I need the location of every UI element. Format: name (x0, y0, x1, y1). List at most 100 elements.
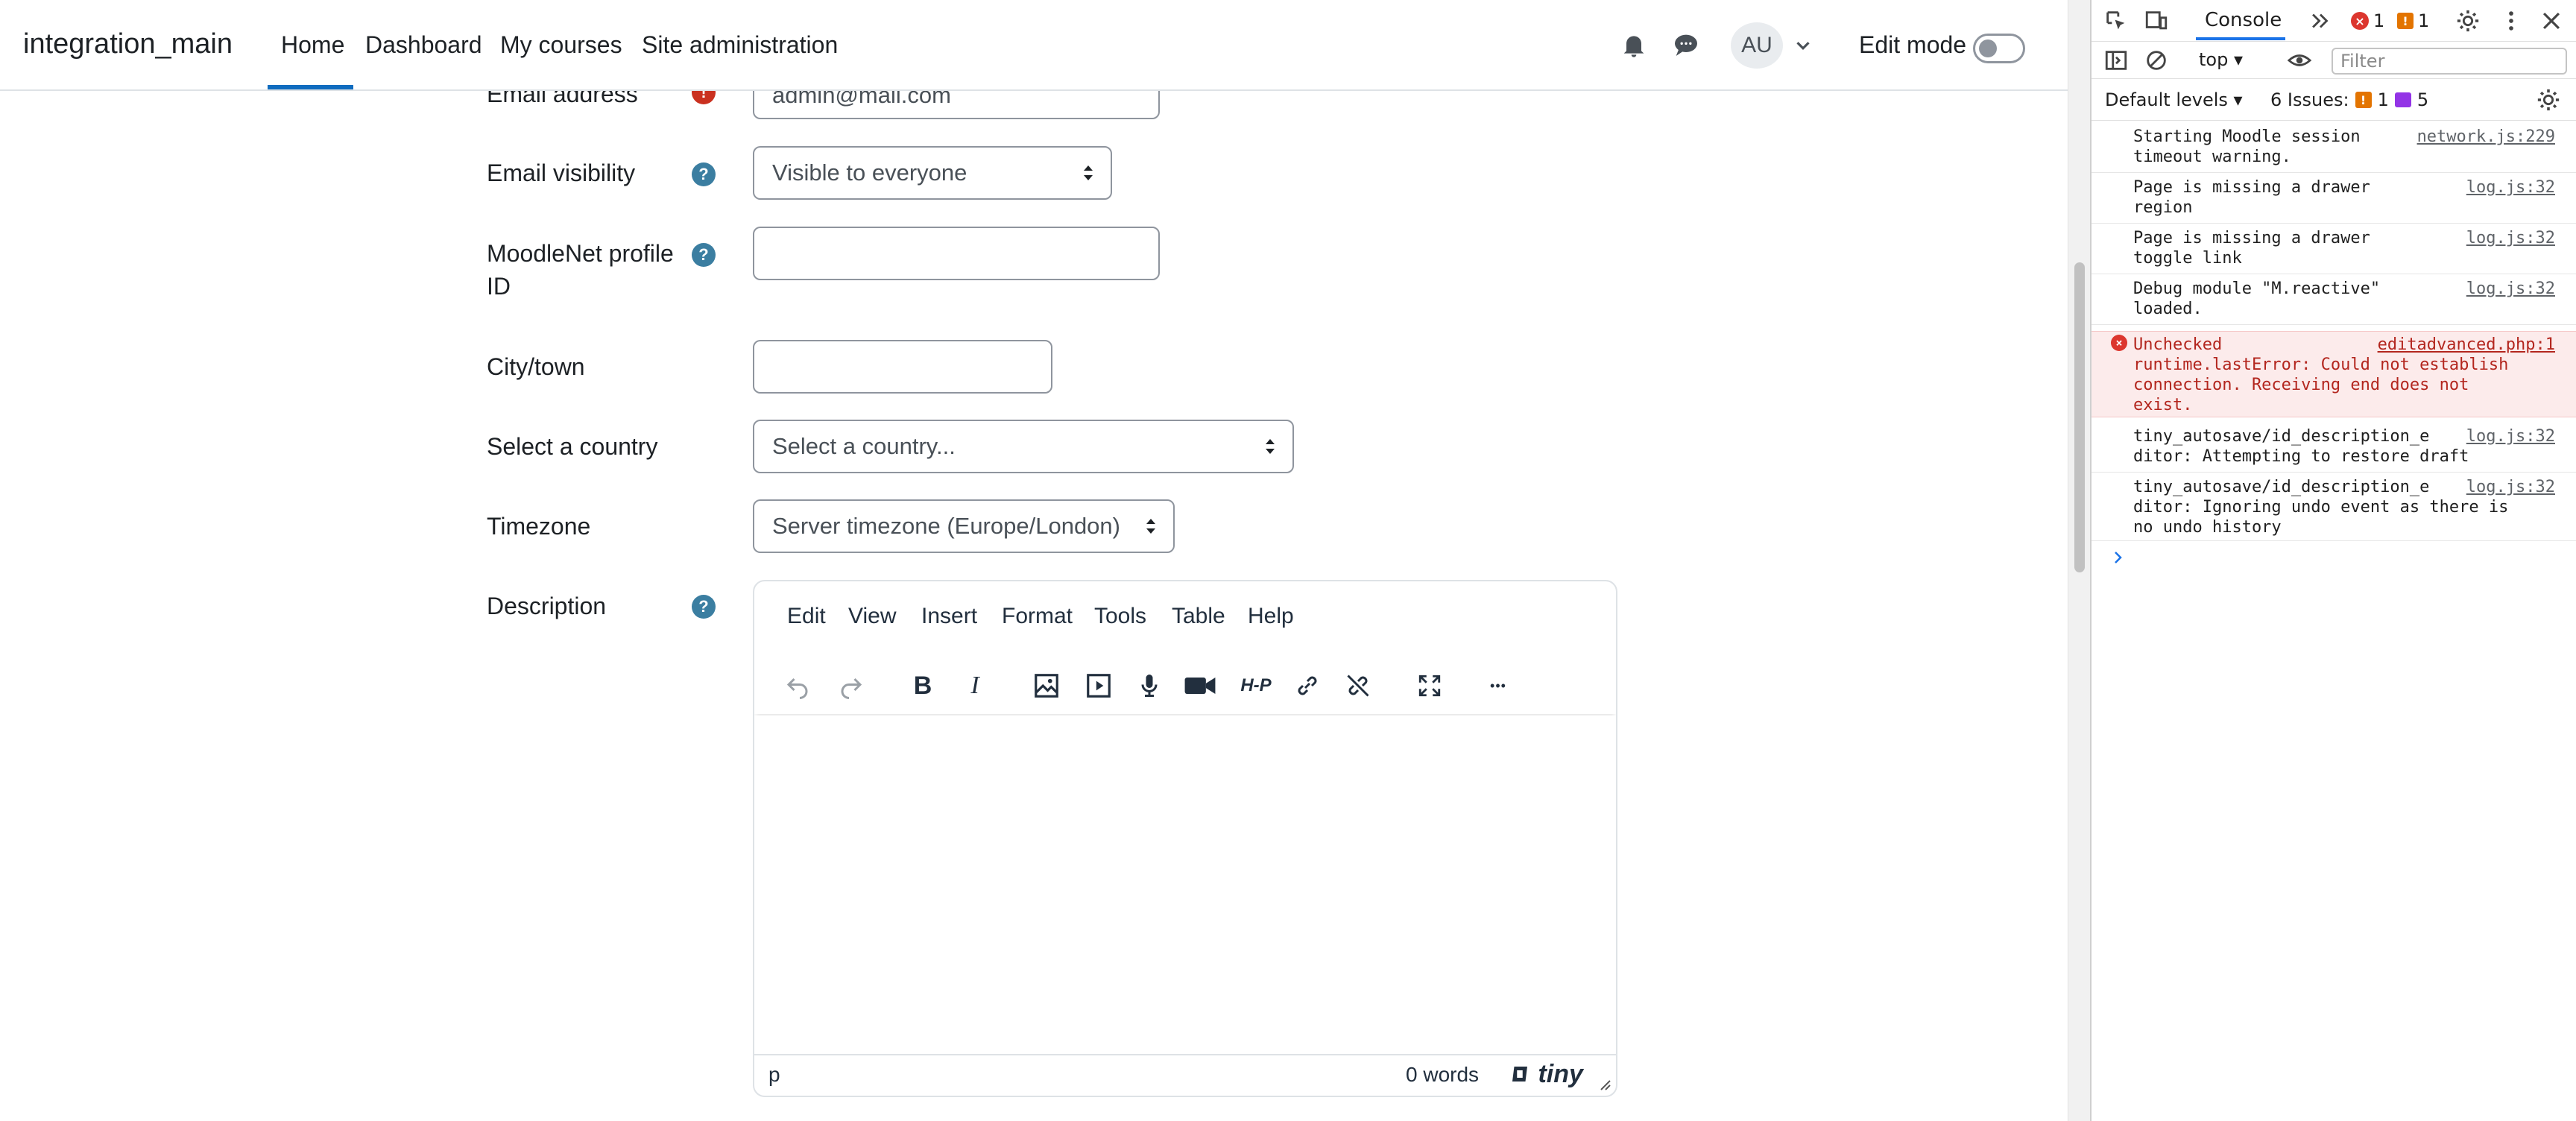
unlink-icon[interactable] (1342, 669, 1374, 702)
error-count: 1 (2373, 10, 2385, 31)
user-avatar[interactable]: AU (1731, 22, 1783, 69)
tinymce-editor: Edit View Insert Format Tools Table Help… (753, 580, 1617, 1097)
fullscreen-icon[interactable] (1413, 669, 1446, 702)
nav-home[interactable]: Home (281, 31, 344, 59)
console-settings-icon[interactable] (2536, 87, 2561, 113)
error-icon: × (2351, 12, 2369, 30)
h5p-icon[interactable]: H-P (1236, 669, 1276, 702)
select-arrows-icon (1146, 519, 1155, 534)
editor-statusbar: p 0 words tiny (754, 1054, 1616, 1096)
log-source-link[interactable]: log.js:32 (2466, 477, 2555, 497)
nav-my-courses[interactable]: My courses (500, 31, 622, 59)
redo-icon[interactable] (835, 669, 868, 702)
help-icon[interactable]: ? (692, 595, 716, 619)
log-source-link[interactable]: log.js:32 (2466, 426, 2555, 446)
resize-handle-icon[interactable] (1597, 1076, 1611, 1091)
context-selector[interactable]: top ▾ (2199, 49, 2243, 70)
city-field[interactable] (753, 340, 1052, 394)
video-camera-icon[interactable] (1184, 669, 1216, 702)
gear-icon[interactable] (2455, 8, 2481, 34)
country-value: Select a country... (772, 433, 956, 459)
menu-format[interactable]: Format (1002, 604, 1073, 629)
editor-toolbar: B I H-P ••• (754, 654, 1616, 714)
timezone-select[interactable]: Server timezone (Europe/London) (753, 499, 1175, 553)
issues-label: 6 Issues: (2270, 89, 2349, 110)
chevron-down-icon[interactable] (1792, 34, 1814, 57)
link-icon[interactable] (1291, 669, 1324, 702)
log-message: tiny_autosave/id_description_e ditor: At… (2133, 427, 2469, 466)
word-count[interactable]: 0 words (1406, 1063, 1479, 1087)
media-icon[interactable] (1082, 669, 1115, 702)
element-path[interactable]: p (768, 1063, 780, 1087)
default-levels-dropdown[interactable]: Default levels ▾ (2105, 89, 2243, 110)
moodlenet-field[interactable] (753, 227, 1160, 280)
menu-table[interactable]: Table (1172, 604, 1225, 629)
more-tabs-icon[interactable] (2308, 8, 2333, 34)
nav-site-administration[interactable]: Site administration (642, 31, 838, 59)
bold-icon[interactable]: B (906, 669, 939, 702)
log-source-link[interactable]: network.js:229 (2417, 127, 2555, 147)
levels-value: Default levels (2105, 89, 2228, 110)
chat-icon[interactable] (1671, 30, 1701, 60)
menu-insert[interactable]: Insert (921, 604, 977, 629)
moodlenet-label: MoodleNet profile (487, 240, 674, 267)
log-source-link[interactable]: log.js:32 (2466, 177, 2555, 198)
nav-active-indicator (268, 85, 353, 89)
site-name[interactable]: integration_main (23, 28, 233, 60)
warning-count: 1 (2418, 10, 2430, 31)
menu-help[interactable]: Help (1248, 604, 1294, 629)
edit-mode-label: Edit mode (1859, 31, 1967, 58)
menu-view[interactable]: View (848, 604, 896, 629)
tiny-logo[interactable]: tiny (1509, 1060, 1583, 1089)
microphone-icon[interactable] (1133, 669, 1166, 702)
menu-tools[interactable]: Tools (1094, 604, 1146, 629)
log-entry-error: × Unchecked runtime.lastError: Could not… (2092, 331, 2576, 417)
italic-icon[interactable]: I (959, 669, 991, 702)
city-label: City/town (487, 353, 585, 380)
help-icon[interactable]: ? (692, 162, 716, 186)
email-visibility-value: Visible to everyone (772, 160, 967, 186)
console-toolbar: top ▾ Filter (2092, 42, 2576, 79)
toggle-knob (1979, 40, 1997, 57)
image-icon[interactable] (1030, 669, 1063, 702)
warning-count-badge[interactable]: ! 1 (2397, 10, 2429, 31)
issues-counter[interactable]: 6 Issues: ! 1 5 (2270, 89, 2428, 110)
log-message: tiny_autosave/id_description_e ditor: Ig… (2133, 478, 2509, 537)
error-icon: × (2111, 335, 2127, 351)
country-label: Select a country (487, 433, 658, 460)
issues-warn-count: 1 (2377, 89, 2389, 110)
kebab-menu-icon[interactable] (2498, 8, 2524, 34)
log-source-link[interactable]: editadvanced.php:1 (2378, 335, 2555, 355)
log-source-link[interactable]: log.js:32 (2466, 279, 2555, 299)
undo-icon[interactable] (781, 669, 814, 702)
page-scrollbar[interactable] (2068, 0, 2090, 1121)
eye-icon[interactable] (2287, 48, 2312, 73)
context-value: top (2199, 49, 2229, 70)
close-icon[interactable] (2539, 8, 2564, 34)
edit-mode-toggle[interactable] (1973, 34, 2025, 63)
log-entry: tiny_autosave/id_description_e ditor: Ig… (2092, 477, 2576, 541)
country-select[interactable]: Select a country... (753, 420, 1294, 473)
warning-icon: ! (2397, 13, 2414, 29)
log-entry: Page is missing a drawer toggle link log… (2092, 228, 2576, 274)
sidebar-toggle-icon[interactable] (2103, 48, 2129, 73)
inspect-element-icon[interactable] (2103, 8, 2129, 34)
filter-input[interactable]: Filter (2332, 48, 2567, 75)
more-icon[interactable]: ••• (1482, 669, 1515, 702)
clear-console-icon[interactable] (2144, 48, 2169, 73)
moodlenet-label-2: ID (487, 273, 511, 300)
tab-console[interactable]: Console (2205, 9, 2282, 31)
scrollbar-thumb[interactable] (2074, 262, 2085, 572)
log-source-link[interactable]: log.js:32 (2466, 228, 2555, 248)
nav-dashboard[interactable]: Dashboard (365, 31, 482, 59)
devtools-panel: Console × 1 ! 1 top ▾ Filter Default level… (2090, 0, 2576, 1121)
console-prompt-icon[interactable] (2109, 549, 2127, 566)
menu-edit[interactable]: Edit (787, 604, 826, 629)
error-count-badge[interactable]: × 1 (2351, 10, 2384, 31)
help-icon[interactable]: ? (692, 243, 716, 267)
bell-icon[interactable] (1619, 30, 1649, 60)
email-visibility-select[interactable]: Visible to everyone (753, 146, 1112, 200)
info-icon (2394, 92, 2411, 107)
editor-content-area[interactable] (754, 716, 1616, 1055)
device-toolbar-icon[interactable] (2144, 8, 2169, 34)
